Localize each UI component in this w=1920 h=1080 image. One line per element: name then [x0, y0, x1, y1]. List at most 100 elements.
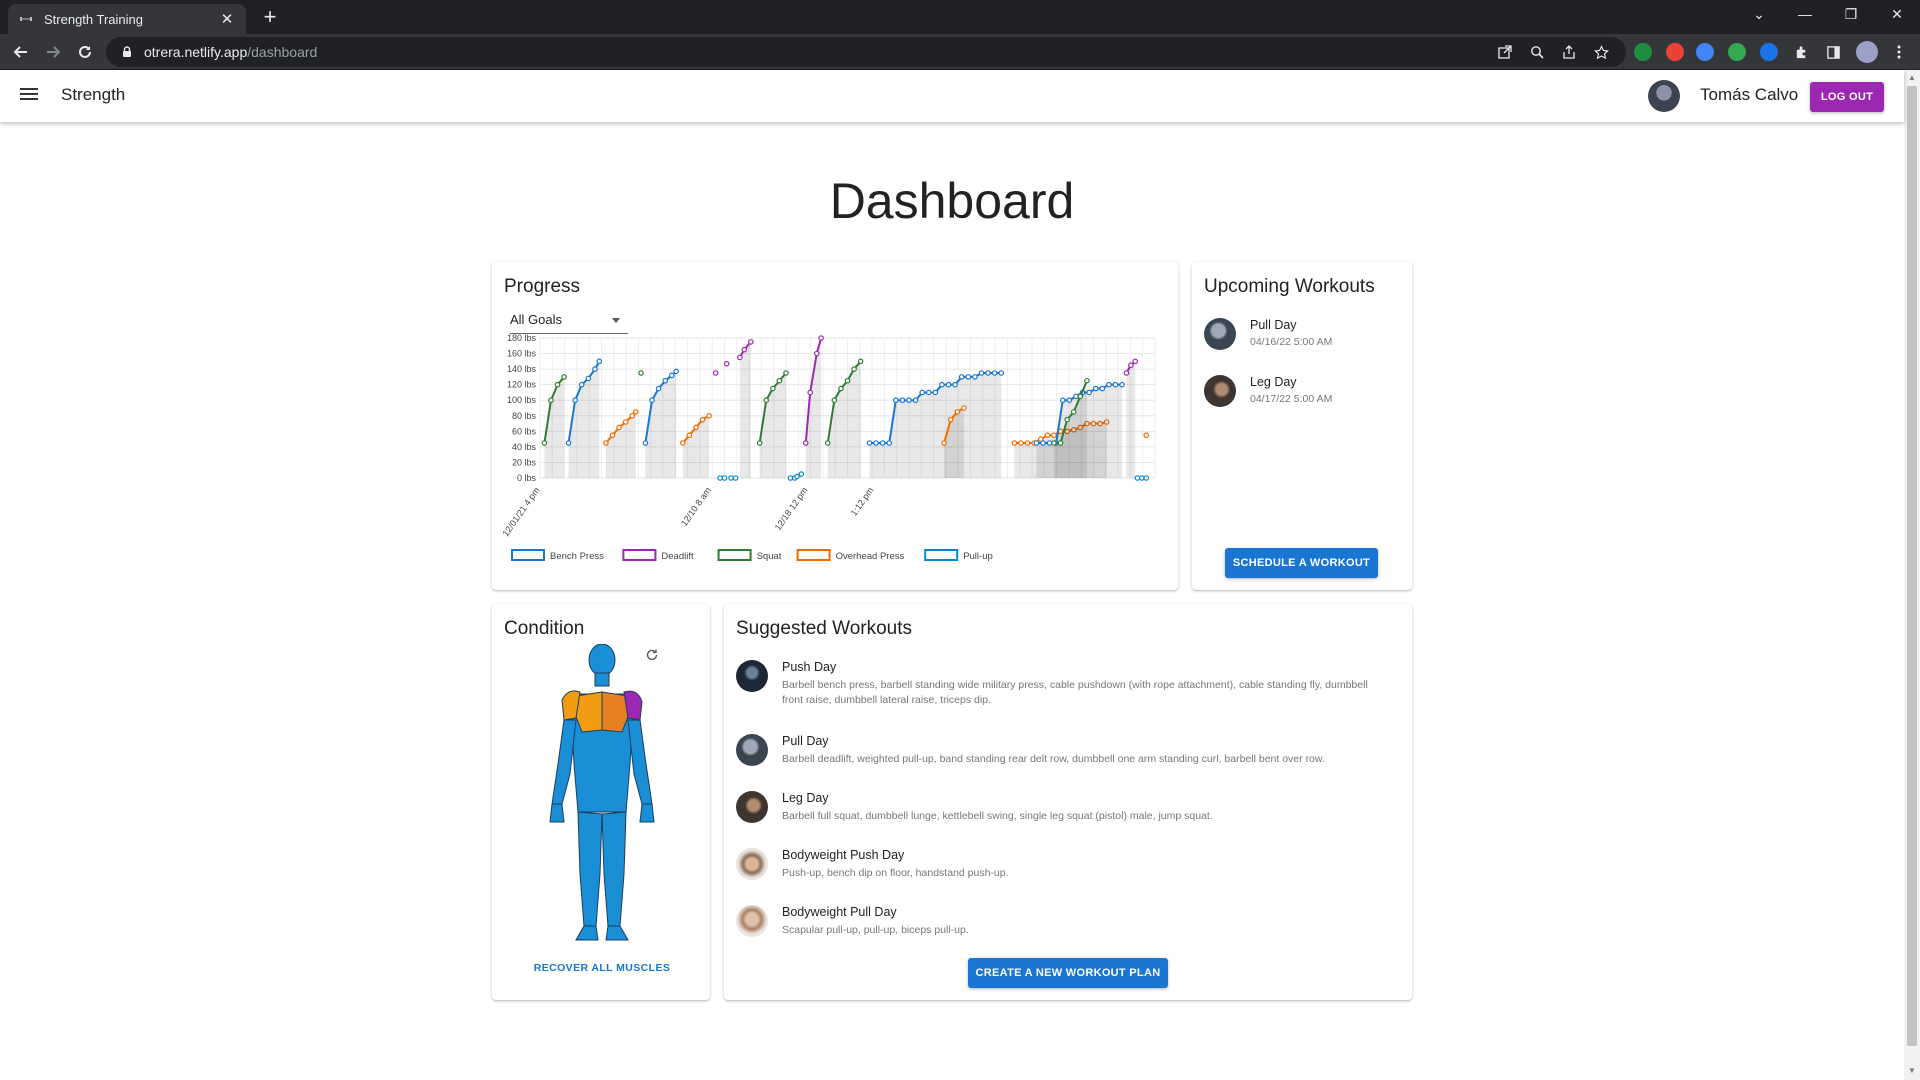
- back-icon[interactable]: [10, 41, 32, 63]
- right-leg-muscle[interactable]: [601, 811, 627, 927]
- data-point: [941, 440, 947, 446]
- menu-icon[interactable]: [20, 86, 38, 104]
- data-point: [952, 381, 958, 388]
- extension-2-icon[interactable]: [1666, 43, 1684, 61]
- x-tick-label: 12/01/21 4 pm: [500, 485, 541, 538]
- extension-4-icon[interactable]: [1760, 43, 1778, 61]
- side-panel-icon[interactable]: [1822, 41, 1844, 63]
- minimize-icon[interactable]: —: [1792, 6, 1818, 22]
- suggested-item[interactable]: Push Day Barbell bench press, barbell st…: [736, 660, 1386, 708]
- data-point: [893, 397, 899, 404]
- series-area: [869, 373, 1002, 478]
- forward-icon[interactable]: [42, 41, 64, 63]
- upcoming-item[interactable]: Leg Day 04/17/22 5:00 AM: [1204, 375, 1332, 407]
- url-text: otrera.netlify.app/dashboard: [144, 44, 318, 60]
- data-point: [932, 389, 939, 396]
- page-scrollbar[interactable]: ▲ ▼: [1904, 70, 1920, 1080]
- data-point: [813, 350, 820, 357]
- goal-filter-value: All Goals: [510, 312, 563, 327]
- recover-all-muscles-link[interactable]: RECOVER ALL MUSCLES: [492, 962, 712, 974]
- right-arm-muscle[interactable]: [627, 719, 653, 805]
- scroll-up-arrow[interactable]: ▲: [1908, 73, 1916, 82]
- data-point: [673, 368, 679, 375]
- zoom-icon[interactable]: [1526, 41, 1548, 63]
- more-vert-icon[interactable]: [1888, 41, 1910, 63]
- series-area: [827, 361, 861, 478]
- data-point: [732, 475, 739, 481]
- x-tick-label: 1:12 pm: [849, 485, 876, 517]
- series-area: [605, 411, 636, 478]
- x-tick-label: 12/10 8 am: [679, 485, 713, 528]
- suggested-workouts-card: Suggested Workouts Push Day Barbell benc…: [724, 604, 1412, 1000]
- data-point: [1099, 385, 1106, 392]
- data-point: [1128, 362, 1134, 369]
- left-leg-muscle[interactable]: [577, 811, 603, 927]
- suggested-title: Suggested Workouts: [736, 618, 913, 639]
- tab-search-icon[interactable]: ⌄: [1746, 6, 1772, 23]
- neck-muscle[interactable]: [594, 672, 610, 687]
- data-point: [1033, 440, 1040, 446]
- data-point: [1040, 440, 1046, 446]
- upcoming-item[interactable]: Pull Day 04/16/22 5:00 AM: [1204, 318, 1332, 350]
- extension-react-icon[interactable]: [1696, 43, 1714, 61]
- y-tick-label: 0 lbs: [517, 473, 537, 483]
- browser-tab-strip: Strength Training ✕ + ⌄ — ❐ ✕: [0, 0, 1920, 34]
- data-point: [561, 374, 567, 380]
- data-point: [972, 374, 978, 380]
- series-area: [739, 341, 751, 478]
- open-in-app-icon[interactable]: [1494, 41, 1516, 63]
- bookmark-star-icon[interactable]: [1590, 41, 1612, 63]
- lock-icon: [123, 46, 131, 57]
- right-hand: [639, 803, 655, 823]
- data-point: [844, 377, 851, 384]
- create-workout-plan-button[interactable]: CREATE A NEW WORKOUT PLAN: [968, 958, 1168, 988]
- extension-3-icon[interactable]: [1728, 43, 1746, 61]
- share-icon[interactable]: [1558, 41, 1580, 63]
- data-point: [939, 381, 945, 388]
- condition-title: Condition: [504, 618, 585, 639]
- extensions-puzzle-icon[interactable]: [1790, 41, 1812, 63]
- data-point: [794, 473, 800, 480]
- suggested-item[interactable]: Pull Day Barbell deadlift, weighted pull…: [736, 734, 1386, 767]
- dropdown-caret-icon: [612, 318, 620, 323]
- logout-button[interactable]: LOG OUT: [1810, 82, 1884, 112]
- data-point: [632, 409, 639, 415]
- scroll-down-arrow[interactable]: ▼: [1908, 1066, 1916, 1075]
- progress-chart: 0 lbs 20 lbs 40 lbs 60 lbs 80 lbs 100 lbs 120 …: [500, 333, 1156, 562]
- schedule-workout-button[interactable]: SCHEDULE A WORKOUT: [1225, 548, 1378, 578]
- browser-tab[interactable]: Strength Training ✕: [8, 4, 246, 34]
- scroll-thumb[interactable]: [1907, 86, 1917, 1046]
- legend-swatch: [924, 549, 959, 561]
- suggested-item[interactable]: Bodyweight Push Day Push-up, bench dip o…: [736, 848, 1386, 881]
- extension-1-icon[interactable]: [1634, 43, 1652, 61]
- suggested-name: Leg Day: [782, 791, 829, 805]
- data-point: [961, 405, 967, 411]
- user-avatar[interactable]: [1648, 80, 1680, 112]
- close-tab-icon[interactable]: ✕: [218, 10, 236, 28]
- restore-icon[interactable]: ❐: [1838, 6, 1864, 23]
- data-point: [1123, 370, 1130, 376]
- suggested-item[interactable]: Leg Day Barbell full squat, dumbbell lun…: [736, 791, 1386, 824]
- data-point: [706, 412, 712, 419]
- legend-label: Pull-up: [963, 551, 993, 562]
- data-point: [668, 372, 675, 379]
- body-muscle-map[interactable]: [540, 644, 664, 944]
- data-point: [1143, 475, 1150, 481]
- upcoming-title: Upcoming Workouts: [1204, 276, 1375, 297]
- data-point: [1112, 381, 1119, 388]
- window-close-icon[interactable]: ✕: [1884, 6, 1910, 23]
- suggested-item[interactable]: Bodyweight Pull Day Scapular pull-up, pu…: [736, 905, 1386, 938]
- goal-filter-select[interactable]: All Goals: [510, 312, 628, 334]
- data-point: [998, 370, 1005, 376]
- upcoming-date: 04/17/22 5:00 AM: [1250, 393, 1333, 405]
- profile-avatar-icon[interactable]: [1856, 41, 1878, 63]
- data-point: [609, 432, 616, 439]
- left-arm-muscle[interactable]: [551, 719, 577, 805]
- address-bar[interactable]: otrera.netlify.app/dashboard: [106, 37, 1626, 67]
- data-point: [1051, 440, 1057, 446]
- workout-avatar: [736, 660, 768, 692]
- reload-icon[interactable]: [74, 41, 96, 63]
- new-tab-button[interactable]: +: [258, 6, 282, 30]
- data-point: [585, 375, 592, 382]
- data-point: [717, 475, 723, 481]
